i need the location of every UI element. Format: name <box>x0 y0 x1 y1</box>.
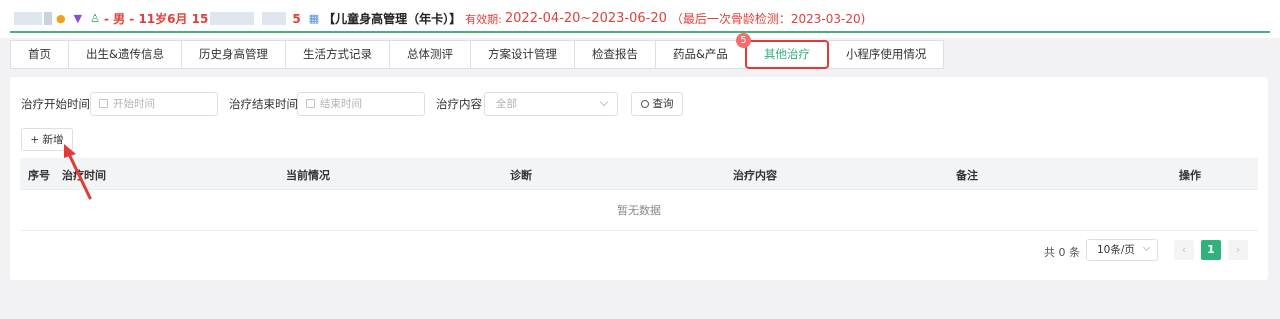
empty-state: 暂无数据 <box>20 190 1258 231</box>
tab-overall-assessment[interactable]: 总体测评 <box>388 40 471 69</box>
name-blurred <box>14 12 42 25</box>
tab-plan-design[interactable]: 方案设计管理 <box>469 40 575 69</box>
phone-suffix: 5 <box>292 11 301 26</box>
query-label: 查询 <box>652 98 674 110</box>
tab-label: 历史身高管理 <box>198 47 268 61</box>
col-diagnosis: 诊断 <box>510 169 532 182</box>
header-divider <box>10 31 1270 33</box>
prev-page-button[interactable]: ‹ <box>1174 240 1194 260</box>
page-size-select[interactable]: 10条/页 <box>1086 239 1158 261</box>
calendar-icon <box>99 99 108 108</box>
medal-icon: ▼ <box>73 12 83 25</box>
chevron-down-icon <box>599 97 609 107</box>
package-name: 【儿童身高管理（年卡）】 <box>323 12 462 26</box>
chevron-down-icon <box>1142 243 1151 252</box>
tab-label: 出生&遗传信息 <box>86 47 164 61</box>
content-select[interactable]: 全部 <box>484 92 618 116</box>
tab-lifestyle[interactable]: 生活方式记录 <box>284 40 390 69</box>
query-button[interactable]: 查询 <box>631 92 683 116</box>
validity-label: 有效期: <box>465 12 502 26</box>
col-actions: 操作 <box>1179 169 1201 182</box>
col-current-status: 当前情况 <box>286 169 330 182</box>
last-bone-age-check: （最后一次骨龄检测：2023-03-20) <box>670 12 866 26</box>
patient-header: ● ▼ ♙ - 男 - 11岁6月 15 5 ▦ 【儿童身高管理（年卡）】 有效… <box>0 0 1280 38</box>
chat-icon[interactable]: ● <box>56 12 66 25</box>
validity-range: 2022-04-20~2023-06-20 <box>504 11 667 26</box>
tab-drugs-products[interactable]: 药品&产品 5 <box>654 33 751 69</box>
col-treatment-time: 治疗时间 <box>62 169 106 182</box>
name-blurred-end <box>44 12 52 25</box>
end-time-label: 治疗结束时间 <box>229 97 298 111</box>
placeholder: 开始时间 <box>113 98 155 110</box>
page-size-value: 10条/页 <box>1097 244 1135 256</box>
phone-blurred <box>210 12 255 25</box>
tab-label: 生活方式记录 <box>302 47 372 61</box>
tab-label: 总体测评 <box>406 47 453 61</box>
content-label: 治疗内容 <box>436 97 482 111</box>
start-time-label: 治疗开始时间 <box>21 97 90 111</box>
pagination-total: 共 0 条 <box>1044 246 1080 259</box>
tab-label: 方案设计管理 <box>487 47 557 61</box>
tab-check-reports[interactable]: 检查报告 <box>573 40 656 69</box>
page-1[interactable]: 1 <box>1201 240 1221 260</box>
patient-info: ● ▼ ♙ - 男 - 11岁6月 15 5 ▦ 【儿童身高管理（年卡）】 有效… <box>14 10 865 27</box>
treatment-panel: 治疗开始时间 开始时间 治疗结束时间 结束时间 治疗内容 全部 查询 + 新增 … <box>10 77 1268 280</box>
tab-height-history[interactable]: 历史身高管理 <box>180 40 286 69</box>
placeholder: 结束时间 <box>320 98 362 110</box>
tab-birth-genetics[interactable]: 出生&遗传信息 <box>68 40 182 69</box>
card-icon: ▦ <box>308 12 320 25</box>
tab-label: 首页 <box>28 47 51 61</box>
tab-miniprogram-usage[interactable]: 小程序使用情况 <box>827 40 945 69</box>
calendar-icon <box>306 99 315 108</box>
tab-label: 检查报告 <box>591 47 638 61</box>
tab-bar: 首页 出生&遗传信息 历史身高管理 生活方式记录 总体测评 方案设计管理 检查报… <box>10 33 945 69</box>
user-icon: ♙ <box>90 12 100 25</box>
gender-age-phone: - 男 - 11岁6月 15 <box>103 12 209 26</box>
phone-blurred-2 <box>262 12 287 25</box>
add-button[interactable]: + 新增 <box>21 128 73 151</box>
tab-label: 小程序使用情况 <box>845 47 927 61</box>
end-time-input[interactable]: 结束时间 <box>297 92 425 116</box>
select-value: 全部 <box>496 98 517 110</box>
start-time-input[interactable]: 开始时间 <box>90 92 218 116</box>
tab-label: 其他治疗 <box>763 47 810 61</box>
col-index: 序号 <box>28 169 50 182</box>
add-label: + 新增 <box>30 134 64 146</box>
next-page-button[interactable]: › <box>1228 240 1248 260</box>
col-remarks: 备注 <box>956 169 978 182</box>
tab-label: 药品&产品 <box>672 47 728 61</box>
count-badge: 5 <box>735 33 751 48</box>
col-treatment-content: 治疗内容 <box>733 169 777 182</box>
table-header: 序号 治疗时间 当前情况 诊断 治疗内容 备注 操作 <box>20 158 1258 190</box>
tab-home[interactable]: 首页 <box>10 40 69 69</box>
tab-other-treatment[interactable]: 其他治疗 <box>744 40 829 69</box>
search-icon <box>640 100 649 108</box>
